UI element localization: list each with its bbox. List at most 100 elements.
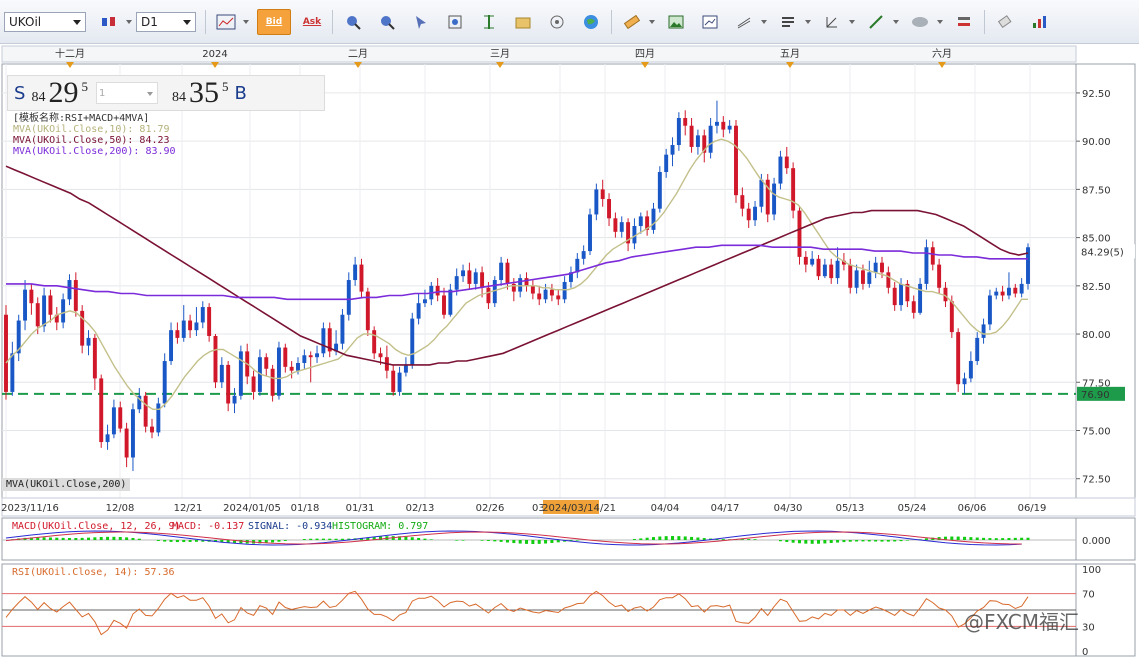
time-axis-label: 06/06 [958,503,987,514]
snapshot-button[interactable] [697,9,723,35]
buy-button[interactable]: B [234,83,246,104]
candle-body [937,264,942,288]
macd-histogram-bar [340,538,344,540]
macd-histogram-bar [93,537,97,540]
candle-body [175,330,180,338]
ask-label: Ask [302,16,322,27]
candle-body [835,260,840,279]
macd-legend-label: MACD: -0.137 [172,521,244,532]
macd-histogram-bar [137,538,141,540]
fit-button[interactable] [442,9,468,35]
candle-body [746,208,751,221]
zoom-out-button[interactable] [374,9,400,35]
candle-body [169,330,174,362]
macd-histogram-bar [956,536,960,540]
macd-histogram-bar [309,538,313,540]
top-axis-frame [1,45,1077,63]
cursor-button[interactable] [408,9,434,35]
buy-pip: 5 [221,79,229,94]
candle-body [949,301,954,333]
eraser-button[interactable] [992,9,1018,35]
candle-type-icon [102,16,115,26]
macd-histogram-bar [544,540,548,544]
bars-button[interactable] [775,9,801,35]
macd-histogram-bar [1007,538,1011,540]
candle-body [499,262,504,281]
candle-body [791,168,796,211]
trend-line-icon [869,14,883,29]
macd-histogram-bar [194,540,198,542]
candle-body [442,295,446,315]
candle-body [232,395,237,404]
arrow-button[interactable] [819,9,845,35]
candle-body [607,199,612,219]
sell-price[interactable]: 29 [48,76,78,110]
candle-body [956,332,961,385]
ellipse-button[interactable] [907,9,933,35]
chevron-down-icon [146,92,153,96]
zoom-in-button[interactable] [340,9,366,35]
draw-lines-button[interactable] [731,9,757,35]
time-axis-label: 05/24 [898,503,927,514]
macd-histogram-bar [893,540,897,542]
macd-histogram-bar [817,540,821,544]
globe-button[interactable] [578,9,604,35]
candle-type-button[interactable] [96,9,122,35]
picture-button[interactable] [663,9,689,35]
last-price-label: 84.29(5) [1081,247,1124,258]
macd-histogram-bar [874,540,878,542]
candle-body [613,218,618,232]
macd-histogram-bar [639,538,643,540]
time-axis-label: 12/08 [106,503,135,514]
time-axis-label: 01/31 [346,503,375,514]
macd-histogram-bar [131,537,135,540]
candle-body [1000,291,1005,296]
toolbar: UKOil D1 Bid Ask [0,0,1139,44]
macd-histogram-bar [747,539,751,540]
vertical-fit-button[interactable] [476,9,502,35]
candle-body [48,295,53,315]
amount-input[interactable]: 1 [95,82,158,104]
macd-histogram-bar [112,536,116,540]
macd-histogram-bar [823,540,827,544]
time-axis-label: 04/04 [651,503,680,514]
candle-body [994,291,999,296]
folder-button[interactable] [510,9,536,35]
macd-histogram-bar [721,539,725,540]
candle-body [61,299,66,323]
ruler-button[interactable] [619,9,645,35]
symbol-select[interactable]: UKOil [4,11,86,32]
candle-body [308,355,313,358]
grid-button[interactable] [1026,9,1052,35]
trend-line-button[interactable] [863,9,889,35]
indicator-button[interactable] [544,9,570,35]
timeframe-select[interactable]: D1 [136,11,196,32]
line-chart-button[interactable] [213,9,239,35]
macd-histogram-bar [855,540,859,542]
ask-button[interactable]: Ask [299,9,325,35]
sell-button[interactable]: S [14,83,25,104]
price-tick-label: 82.50 [1082,282,1111,293]
mva200-tag: MVA(UKOil.Close,200) [2,478,131,491]
macd-histogram-bar [271,540,275,543]
chevron-down-icon [893,19,899,24]
macd-histogram-bar [315,538,319,540]
macd-histogram-bar [1020,537,1024,540]
candle-body [454,276,459,290]
macd-panel: 0.000 MACD(UKOil.Close, 12, 26, 9)MACD: -… [1,517,1136,561]
toolbar-divider [205,9,206,34]
settings-button[interactable] [951,9,977,35]
macd-histogram-bar [99,537,103,540]
candle-body [181,320,186,338]
macd-histogram-bar [810,540,814,544]
top-axis-label: 三月 [490,48,510,60]
macd-histogram-bar [829,540,833,544]
time-axis[interactable]: 2023/11/16 12/08 12/21 2024/01/05 01/18 01/31… [1,497,1136,517]
bid-button[interactable]: Bid [257,8,291,35]
indicator-legend: [模板名称:RSI+MACD+4MVA] MVA(UKOil.Close,10)… [13,113,176,157]
candle-body [581,251,586,259]
candle-body [486,287,491,304]
candle-body [473,272,478,284]
candle-body [524,278,529,286]
buy-price[interactable]: 35 [189,76,219,110]
